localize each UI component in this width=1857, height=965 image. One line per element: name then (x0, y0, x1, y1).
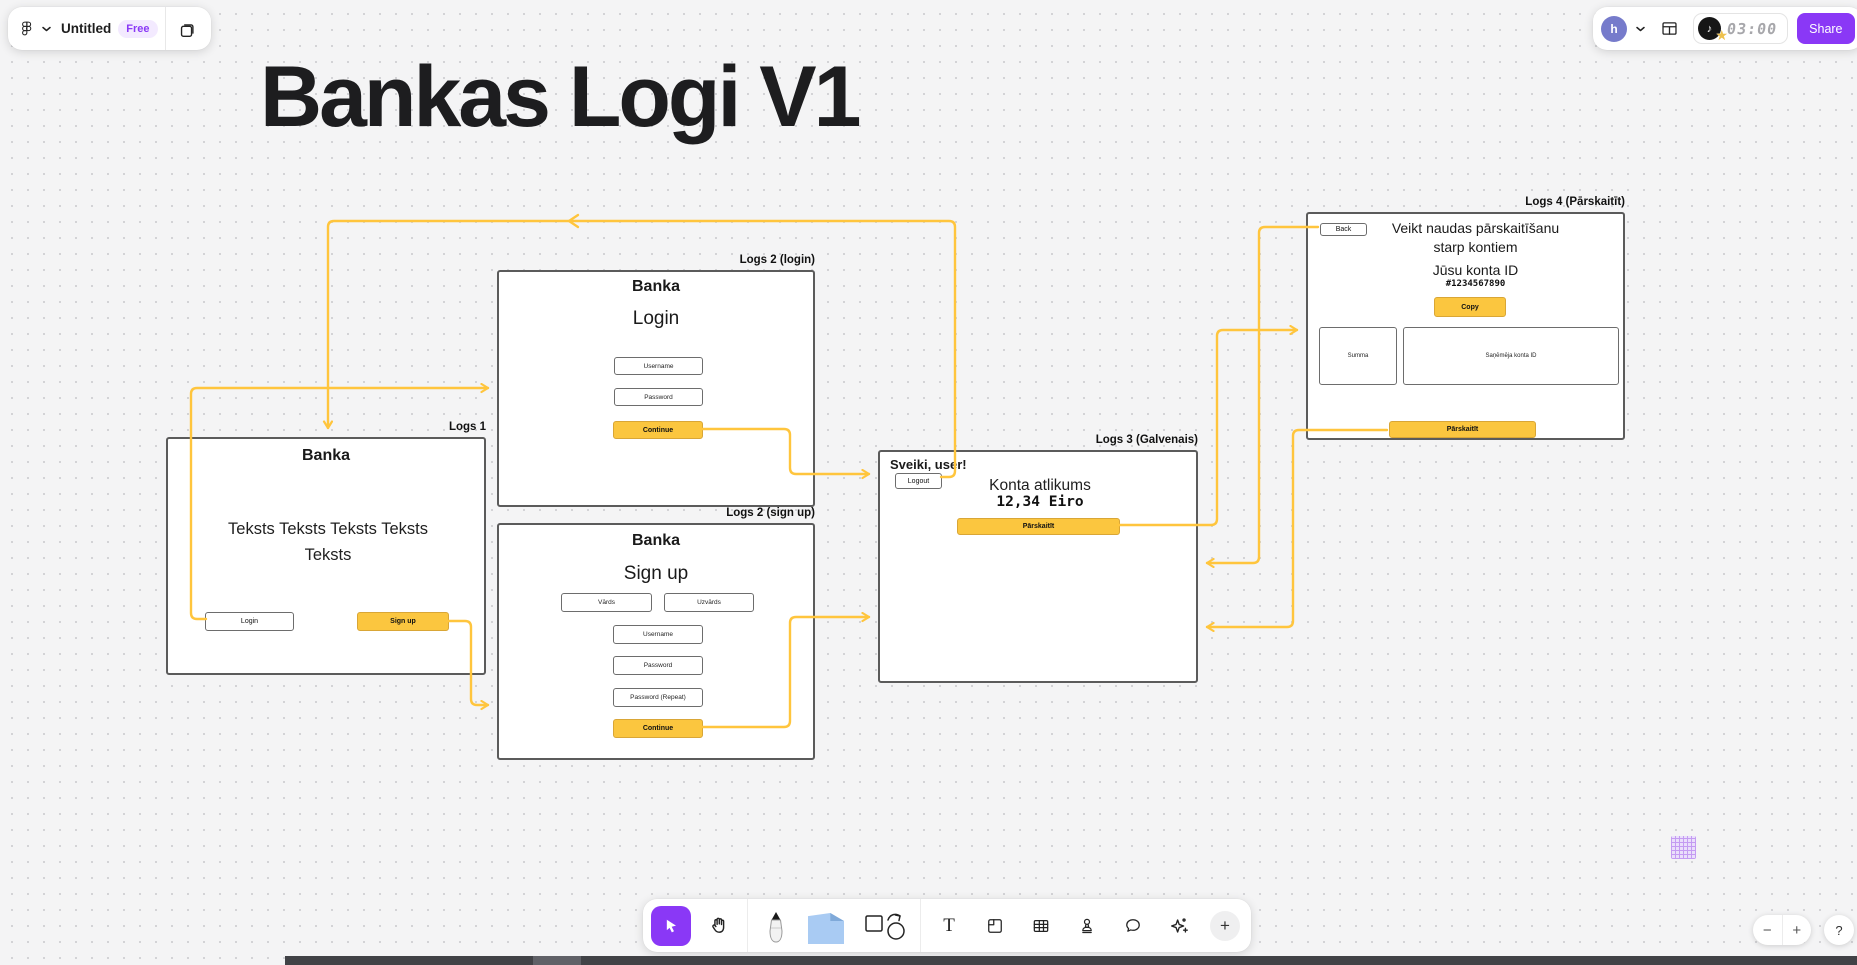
figjam-canvas[interactable]: Bankas Logi V1 Logs 1 Banka Teksts Tekst… (0, 0, 1857, 965)
board-title: Bankas Logi V1 (260, 48, 858, 147)
avatar[interactable]: h (1601, 16, 1627, 42)
text-tool-glyph: T (943, 915, 955, 937)
logs4-transfer-button[interactable]: Pārskaitīt (1389, 421, 1536, 438)
toolbar-divider (747, 899, 748, 952)
zoom-controls: − + (1753, 915, 1811, 945)
topbar-divider (165, 7, 166, 50)
logs1-heading: Banka (168, 447, 484, 465)
logs4-recipient-field[interactable]: Saņēmēja konta ID (1403, 327, 1619, 385)
sticky-note-tool[interactable] (804, 906, 848, 946)
frame-label-logs4: Logs 4 (Pārskaitīt) (1475, 196, 1625, 208)
frame-label-logs3: Logs 3 (Galvenais) (1048, 434, 1198, 446)
file-name[interactable]: Untitled (61, 21, 111, 36)
shapes-tool[interactable] (858, 906, 910, 946)
layout-panels-icon[interactable] (1654, 19, 1684, 38)
logs4-title-line1: Veikt naudas pārskaitīšanu (1368, 220, 1583, 236)
zoom-in-button[interactable]: + (1782, 915, 1812, 945)
avatar-chevron-down-icon[interactable] (1636, 26, 1645, 32)
select-tool[interactable] (651, 906, 691, 946)
logs3-transfer-button[interactable]: Pārskaitīt (957, 518, 1120, 535)
logs2-login-continue-button[interactable]: Continue (613, 421, 703, 439)
chevron-down-icon[interactable] (42, 26, 51, 32)
logs2-signup-continue-button[interactable]: Continue (613, 719, 703, 738)
logs2-signup-subheading: Sign up (499, 563, 813, 585)
timer-time: 03:00 (1726, 20, 1779, 38)
logs3-logout-button[interactable]: Logout (895, 473, 942, 489)
logs4-back-button[interactable]: Back (1320, 223, 1367, 236)
horizontal-scrollbar-thumb[interactable] (533, 956, 581, 965)
frame-logs2-signup[interactable]: Banka Sign up Vārds Uzvārds Username Pas… (497, 523, 815, 760)
logs3-balance-value: 12,34 Eiro (940, 494, 1140, 510)
toolbar-divider-2 (920, 899, 921, 952)
frame-label-logs2-login: Logs 2 (login) (695, 254, 815, 266)
music-timer-widget[interactable]: ♪ ★ 03:00 (1693, 13, 1788, 44)
help-button[interactable]: ? (1824, 915, 1854, 945)
logs2-login-subheading: Login (499, 308, 813, 330)
frame-logs3[interactable]: Sveiki, user! Logout Konta atlikums 12,3… (878, 450, 1198, 683)
logs1-signup-button[interactable]: Sign up (357, 612, 449, 631)
mini-grid-widget[interactable] (1671, 836, 1696, 859)
logs2-signup-firstname-field[interactable]: Vārds (561, 593, 652, 612)
logs4-account-id-title: Jūsu konta ID (1368, 262, 1583, 278)
plan-badge[interactable]: Free (118, 20, 157, 38)
section-tool[interactable] (977, 906, 1013, 946)
logs1-body-text: Teksts Teksts Teksts Teksts Teksts (222, 517, 434, 568)
horizontal-scrollbar[interactable] (285, 956, 1857, 965)
topbar-right-island: h ♪ ★ 03:00 Share (1593, 7, 1857, 50)
logs2-signup-username-field[interactable]: Username (613, 625, 703, 644)
logs2-signup-password-repeat-field[interactable]: Password (Repeat) (613, 688, 703, 707)
duplicate-pages-icon[interactable] (173, 19, 201, 39)
share-button[interactable]: Share (1797, 13, 1854, 44)
hand-tool[interactable] (701, 906, 737, 946)
logs1-login-button[interactable]: Login (205, 612, 294, 631)
frame-logs1[interactable]: Banka Teksts Teksts Teksts Teksts Teksts… (166, 437, 486, 675)
marker-tool[interactable] (758, 906, 794, 946)
figma-logo-icon[interactable] (18, 20, 35, 37)
more-tools-button[interactable]: + (1207, 906, 1243, 946)
logs4-account-id-value: #1234567890 (1368, 279, 1583, 289)
logs2-login-username-field[interactable]: Username (614, 357, 703, 375)
logs2-login-heading: Banka (499, 278, 813, 296)
logs2-signup-lastname-field[interactable]: Uzvārds (664, 593, 754, 612)
logs2-login-password-field[interactable]: Password (614, 388, 703, 406)
logs3-greeting: Sveiki, user! (890, 457, 967, 472)
bottom-toolbar: T (643, 899, 1251, 952)
music-note-icon: ♪ (1707, 23, 1713, 35)
frame-logs4[interactable]: Back Veikt naudas pārskaitīšanu starp ko… (1306, 212, 1625, 440)
topbar-left-island: Untitled Free (8, 7, 211, 50)
ai-sparkle-tool[interactable] (1161, 906, 1197, 946)
logs2-signup-password-field[interactable]: Password (613, 656, 703, 675)
stamp-tool[interactable] (1069, 906, 1105, 946)
frame-logs2-login[interactable]: Banka Login Username Password Continue (497, 270, 815, 507)
frame-label-logs2-signup: Logs 2 (sign up) (695, 507, 815, 519)
zoom-out-button[interactable]: − (1753, 915, 1782, 945)
logs4-title-line2: starp kontiem (1368, 239, 1583, 255)
comment-bubble-tool[interactable] (1115, 906, 1151, 946)
frame-label-logs1: Logs 1 (366, 421, 486, 433)
table-tool[interactable] (1023, 906, 1059, 946)
logs4-copy-button[interactable]: Copy (1434, 297, 1506, 317)
text-tool[interactable]: T (931, 906, 967, 946)
plus-icon: + (1210, 911, 1240, 941)
logs2-signup-heading: Banka (499, 532, 813, 550)
music-disc-icon: ♪ ★ (1698, 17, 1721, 40)
logs4-amount-field[interactable]: Summa (1319, 327, 1397, 385)
